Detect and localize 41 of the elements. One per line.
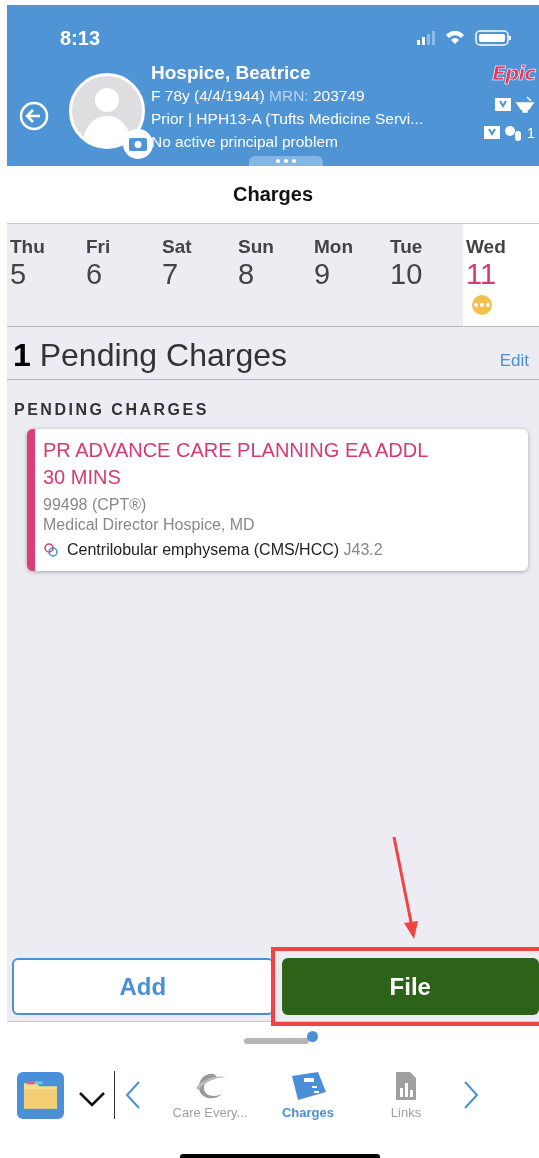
- pending-count-heading: 1 Pending Charges: [13, 337, 287, 374]
- file-button[interactable]: File: [281, 958, 539, 1015]
- back-icon[interactable]: [19, 101, 49, 131]
- section-label: PENDING CHARGES: [14, 401, 210, 419]
- header-status-icons: [495, 95, 535, 113]
- next-arrow-icon[interactable]: [463, 1080, 479, 1110]
- date-tab[interactable]: Sun 8: [235, 224, 311, 326]
- folder-icon: [23, 1080, 58, 1110]
- document-chart-icon: [394, 1070, 418, 1102]
- camera-icon[interactable]: [123, 129, 153, 159]
- date-tab[interactable]: Mon 9: [311, 224, 387, 326]
- patient-demographics: F 78y (4/4/1944) MRN: 203749: [151, 86, 366, 106]
- linked-rings-icon: [43, 542, 59, 558]
- date-tab[interactable]: Wed 11: [463, 224, 539, 326]
- encounter-text: Prior | HPH13-A (Tufts Medicine Servi...: [151, 109, 425, 129]
- charge-code: 99498 (CPT®): [43, 495, 148, 515]
- alert-count: 1: [526, 123, 535, 141]
- previous-arrow-icon[interactable]: [125, 1080, 141, 1110]
- page-title: Charges: [233, 183, 313, 206]
- battery-icon: [475, 30, 511, 46]
- header-alert-icons: [483, 123, 524, 141]
- drawer-handle[interactable]: [244, 1038, 309, 1044]
- date-tab[interactable]: Thu 5: [7, 224, 83, 326]
- date-tab[interactable]: Tue 10: [387, 224, 463, 326]
- dropdown-chevron-icon[interactable]: [78, 1091, 106, 1107]
- signal-icon: [417, 31, 435, 45]
- date-tab[interactable]: Sat 7: [159, 224, 235, 326]
- epic-logo: Epic: [492, 61, 535, 85]
- problem-text: No active principal problem: [151, 132, 339, 152]
- charge-provider: Medical Director Hospice, MD: [43, 515, 256, 535]
- wifi-icon: [445, 31, 465, 45]
- date-tab[interactable]: Fri 6: [83, 224, 159, 326]
- header-expand-handle[interactable]: [249, 156, 323, 166]
- status-time: 8:13: [60, 26, 101, 50]
- diagnosis-text: Centrilobular emphysema (CMS/HCC) J43.2: [67, 541, 383, 559]
- page-indicator-dot: [307, 1031, 318, 1042]
- patient-name: Hospice, Beatrice: [151, 61, 312, 84]
- pending-dot-icon: [472, 295, 492, 315]
- charge-card[interactable]: PR ADVANCE CARE PLANNING EA ADDL 30 MINS 99498 (CPT®) Medical Director Hospice, MD Centrilobular emphysema (CMS/HCC) J43.2: [27, 429, 528, 571]
- folder-button[interactable]: [17, 1071, 64, 1119]
- charge-title: PR ADVANCE CARE PLANNING EA ADDL 30 MINS: [43, 438, 429, 490]
